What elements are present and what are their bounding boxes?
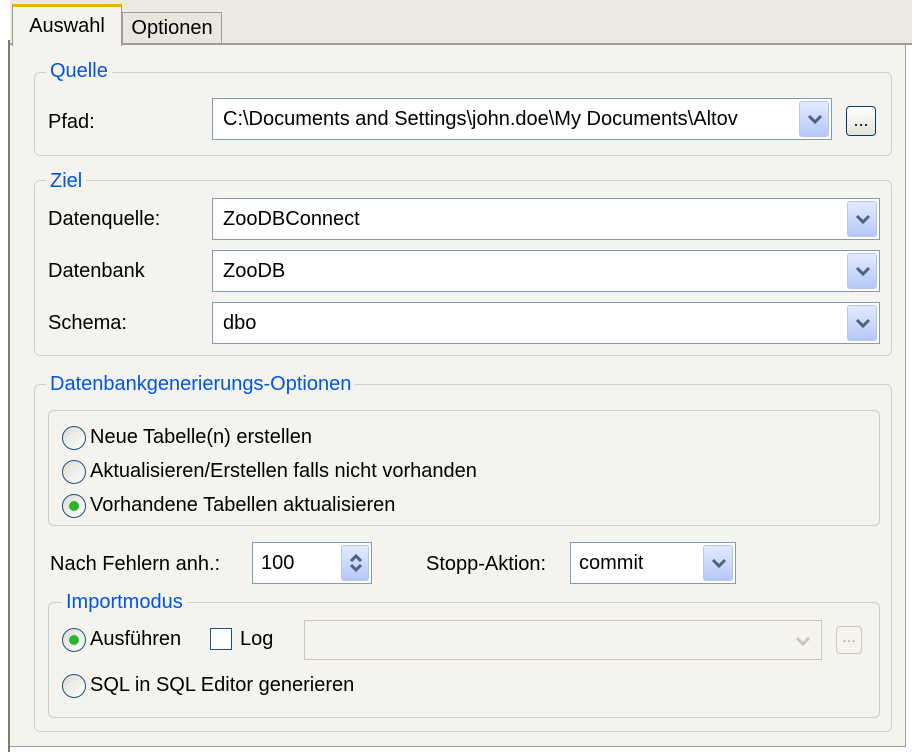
chevron-down-icon: [855, 318, 871, 329]
radio-ausfuehren[interactable]: [62, 628, 86, 652]
datenbank-dropdown-button[interactable]: [847, 253, 877, 289]
datenbank-value: ZooDB: [223, 260, 286, 282]
radio-neue-tabellen-label: Neue Tabelle(n) erstellen: [90, 426, 312, 448]
tab-auswahl-label: Auswahl: [29, 15, 105, 37]
datenbank-combobox[interactable]: ZooDB: [212, 250, 880, 292]
chevron-down-icon: [855, 214, 871, 225]
fehler-spinbox[interactable]: 100: [252, 542, 372, 584]
radio-aktualisieren-erstellen-label: Aktualisieren/Erstellen falls nicht vorh…: [90, 460, 477, 482]
generierungs-optionen-legend: Datenbankgenerierungs-Optionen: [46, 373, 356, 395]
frame-left-edge: [8, 40, 10, 752]
radio-aktualisieren-erstellen[interactable]: [62, 460, 86, 484]
tab-optionen[interactable]: Optionen: [122, 12, 222, 43]
stopp-aktion-label: Stopp-Aktion:: [426, 553, 547, 575]
pfad-dropdown-button[interactable]: [799, 101, 829, 137]
chevron-down-icon: [807, 114, 823, 125]
pfad-combobox[interactable]: C:\Documents and Settings\john.doe\My Do…: [212, 98, 832, 140]
schema-dropdown-button[interactable]: [847, 305, 877, 341]
datenquelle-dropdown-button[interactable]: [847, 201, 877, 237]
pfad-value: C:\Documents and Settings\john.doe\My Do…: [223, 108, 738, 130]
datenquelle-combobox[interactable]: ZooDBConnect: [212, 198, 880, 240]
log-checkbox-label: Log: [240, 628, 274, 650]
radio-sql-generieren[interactable]: [62, 674, 86, 698]
schema-value: dbo: [223, 312, 257, 334]
chevron-down-icon: [711, 558, 727, 569]
stopp-aktion-dropdown-button[interactable]: [703, 545, 733, 581]
chevron-down-icon: [795, 636, 811, 647]
stopp-aktion-combobox[interactable]: commit: [570, 542, 736, 584]
datenbank-label: Datenbank: [48, 260, 145, 282]
datenquelle-label: Datenquelle:: [48, 208, 161, 230]
radio-selected-dot: [69, 501, 79, 511]
pfad-label: Pfad:: [48, 111, 95, 133]
fehler-label: Nach Fehlern anh.:: [50, 553, 221, 575]
stopp-aktion-value: commit: [579, 552, 644, 574]
tab-optionen-label: Optionen: [131, 17, 213, 39]
radio-neue-tabellen[interactable]: [62, 426, 86, 450]
fehler-value: 100: [261, 552, 295, 574]
quelle-legend: Quelle: [46, 60, 112, 82]
ziel-legend: Ziel: [46, 170, 87, 192]
radio-vorhandene-aktualisieren[interactable]: [62, 494, 86, 518]
schema-label: Schema:: [48, 312, 127, 334]
log-path-combobox[interactable]: [304, 620, 822, 660]
fehler-spin-buttons[interactable]: [341, 545, 369, 581]
chevron-down-icon: [855, 266, 871, 277]
pfad-browse-button[interactable]: ...: [846, 106, 876, 136]
radio-selected-dot: [69, 635, 79, 645]
datenquelle-value: ZooDBConnect: [223, 208, 360, 230]
importmodus-legend: Importmodus: [62, 591, 187, 613]
radio-vorhandene-aktualisieren-label: Vorhandene Tabellen aktualisieren: [90, 494, 396, 516]
log-checkbox[interactable]: [210, 628, 232, 650]
log-browse-button[interactable]: ...: [836, 626, 862, 654]
spinner-up-down-icon: [349, 553, 363, 573]
schema-combobox[interactable]: dbo: [212, 302, 880, 344]
tab-auswahl[interactable]: Auswahl: [12, 4, 122, 46]
radio-ausfuehren-label: Ausführen: [90, 628, 182, 650]
radio-sql-generieren-label: SQL in SQL Editor generieren: [90, 674, 355, 696]
